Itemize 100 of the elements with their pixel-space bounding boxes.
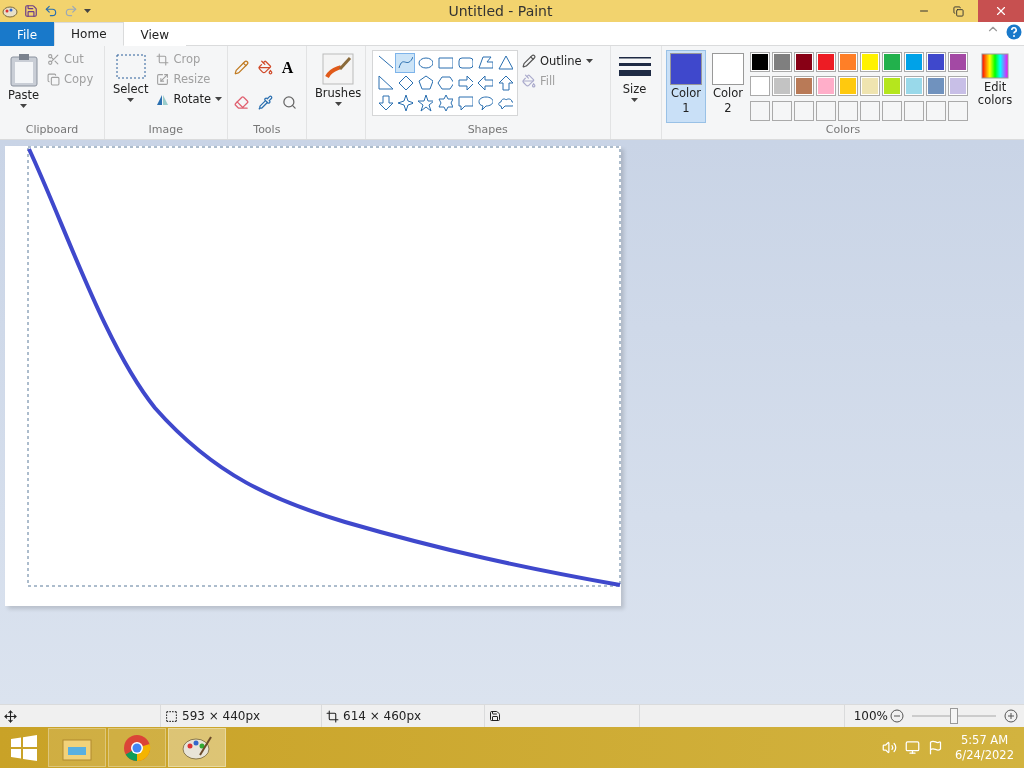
caret-icon [585, 59, 593, 63]
caret-icon [631, 98, 638, 102]
palette-color[interactable] [926, 52, 946, 72]
zoom-in-icon[interactable] [1004, 709, 1018, 723]
palette-color[interactable] [838, 52, 858, 72]
polygon-icon [476, 54, 493, 72]
shape-button[interactable] [394, 53, 415, 73]
network-icon[interactable] [905, 740, 921, 755]
cursor-position-icon [4, 709, 17, 723]
brush-icon [322, 53, 355, 85]
caret-icon [84, 9, 91, 13]
empty-color-slot[interactable] [860, 100, 880, 121]
redo-icon[interactable] [64, 4, 78, 18]
empty-color-slot[interactable] [948, 100, 968, 121]
outline-button[interactable]: Outline [521, 52, 593, 70]
star6-icon [436, 94, 453, 112]
group-label: Image [147, 123, 185, 138]
dashed-rectangle-icon [114, 53, 147, 81]
palette-color[interactable] [772, 76, 792, 97]
crop-icon [156, 52, 170, 66]
caret-icon [334, 102, 342, 106]
selection-size-icon [165, 709, 178, 723]
edit-colors-button[interactable]: Edit colors [970, 50, 1020, 123]
palette-color[interactable] [904, 76, 924, 97]
file-menu-button[interactable]: File [0, 22, 55, 46]
undo-icon[interactable] [44, 4, 58, 18]
brushes-button[interactable]: Brushes [310, 50, 366, 123]
scissors-icon [47, 52, 61, 66]
taskbar-app[interactable] [168, 728, 226, 767]
palette-color[interactable] [794, 76, 814, 97]
action-center-icon[interactable] [928, 740, 944, 755]
callout-rect-icon [456, 94, 473, 112]
palette-icon [182, 734, 212, 761]
pencil-icon [521, 54, 536, 68]
arrow-down-icon [376, 94, 393, 112]
palette-color[interactable] [904, 52, 924, 72]
right-triangle-icon [376, 74, 393, 92]
empty-color-slot[interactable] [816, 100, 836, 121]
color-selector[interactable]: Color 1 [666, 50, 706, 123]
empty-color-slot[interactable] [838, 100, 858, 121]
caret-icon [20, 104, 27, 108]
empty-color-slot[interactable] [904, 100, 924, 121]
windows-logo [11, 734, 37, 761]
close-button[interactable] [978, 0, 1024, 22]
save-icon[interactable] [24, 4, 38, 18]
paste-button[interactable]: Paste [4, 50, 44, 123]
close-icon [994, 4, 1008, 18]
caret-icon [127, 98, 135, 102]
palette-color[interactable] [882, 52, 902, 72]
group-label: Clipboard [24, 123, 80, 138]
help-icon[interactable] [1006, 24, 1022, 40]
star5-icon [416, 94, 433, 112]
zoom-slider-thumb[interactable] [950, 708, 958, 724]
palette-color[interactable] [926, 76, 946, 97]
palette-color[interactable] [948, 52, 968, 72]
image-size: 614 × 460px [343, 709, 422, 723]
rounded-icon [456, 54, 473, 72]
ribbon-tab[interactable]: Home [54, 22, 124, 46]
paint-bucket-icon[interactable] [255, 58, 275, 77]
clipboard-icon [8, 53, 39, 87]
color-selector[interactable]: Color 2 [708, 50, 748, 123]
empty-color-slot[interactable] [882, 100, 902, 121]
image-size-icon [326, 709, 339, 723]
empty-color-slot[interactable] [750, 100, 770, 121]
palette-color[interactable] [882, 76, 902, 97]
copy-icon [47, 72, 61, 86]
palette-color[interactable] [794, 52, 814, 72]
palette-color[interactable] [816, 52, 836, 72]
palette-color[interactable] [838, 76, 858, 97]
pentagon-icon [416, 74, 433, 92]
selection-size: 593 × 440px [182, 709, 261, 723]
text-tool-button[interactable]: A [279, 58, 302, 89]
zoom-out-icon[interactable] [890, 709, 904, 723]
size-button[interactable]: Size [614, 50, 655, 123]
caret-icon [215, 97, 223, 101]
paint-bucket-icon [521, 74, 536, 88]
palette-color[interactable] [860, 52, 880, 72]
palette-color[interactable] [750, 52, 770, 72]
empty-color-slot[interactable] [772, 100, 792, 121]
file-size-icon [489, 710, 501, 722]
arrow-left-icon [476, 74, 493, 92]
window-title: Untitled - Paint [447, 3, 554, 19]
palette-color[interactable] [772, 52, 792, 72]
empty-color-slot[interactable] [794, 100, 814, 121]
group-label: Shapes [466, 123, 509, 138]
palette-color[interactable] [860, 76, 880, 97]
rotate-button[interactable]: Rotate [156, 90, 223, 108]
palette-color[interactable] [948, 76, 968, 97]
star4-icon [396, 94, 413, 112]
hexagon-icon [436, 74, 453, 92]
select-button[interactable]: Select [108, 50, 153, 123]
diamond-icon [396, 74, 413, 92]
empty-color-slot[interactable] [926, 100, 946, 121]
palette-color[interactable] [816, 76, 836, 97]
restore-icon [952, 5, 964, 17]
zoom-level: 100% [853, 709, 888, 723]
triangle-icon [496, 54, 513, 72]
color-spectrum-icon [981, 53, 1009, 79]
palette-color[interactable] [750, 76, 770, 97]
resize-icon [156, 72, 170, 86]
